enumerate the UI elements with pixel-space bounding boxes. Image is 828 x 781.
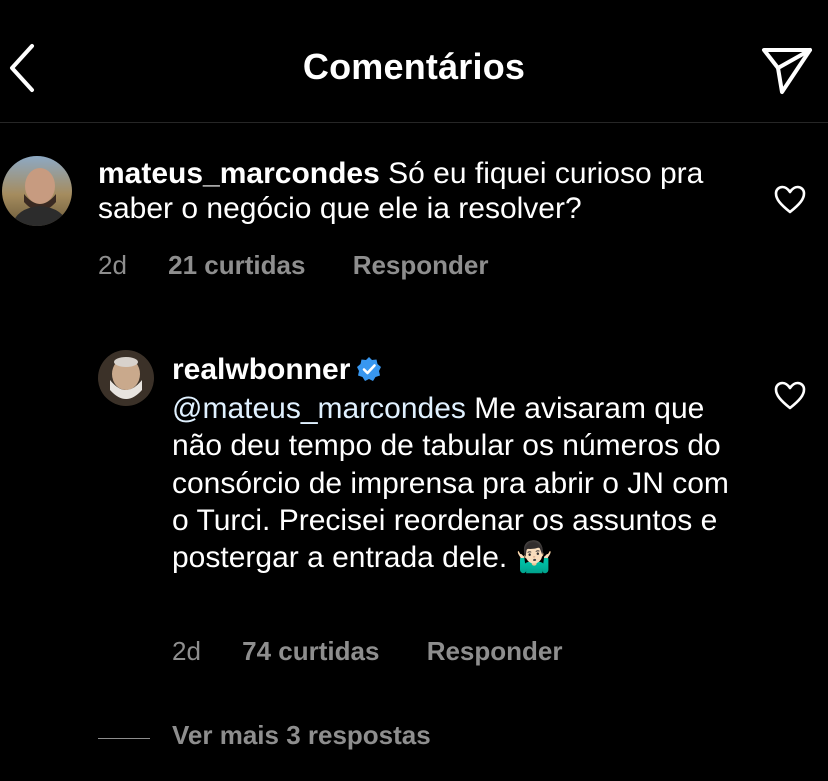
comment-body: mateus_marcondes Só eu fiquei curioso pr… bbox=[98, 156, 738, 226]
avatar[interactable] bbox=[2, 156, 72, 226]
comment-meta: 2d 74 curtidas Responder bbox=[172, 636, 563, 667]
share-button[interactable] bbox=[756, 40, 816, 100]
paper-plane-icon bbox=[762, 48, 812, 94]
reply-button[interactable]: Responder bbox=[427, 636, 563, 667]
like-heart-icon[interactable] bbox=[774, 380, 806, 412]
reply-comment-item: realwbonner @mateus_marcondes Me avisara… bbox=[0, 346, 828, 676]
comment-meta: 2d 21 curtidas Responder bbox=[98, 250, 489, 281]
reply-header: realwbonner bbox=[172, 352, 772, 390]
avatar-image bbox=[98, 350, 154, 406]
divider bbox=[98, 738, 150, 739]
comment-item: mateus_marcondes Só eu fiquei curioso pr… bbox=[0, 150, 828, 290]
view-more-label: Ver mais 3 respostas bbox=[172, 720, 431, 750]
comment-body: @mateus_marcondes Me avisaram que não de… bbox=[172, 390, 752, 576]
comment-username[interactable]: realwbonner bbox=[172, 353, 350, 386]
verified-badge-icon bbox=[356, 355, 382, 390]
comment-likes[interactable]: 74 curtidas bbox=[242, 636, 379, 667]
comment-time: 2d bbox=[172, 636, 201, 666]
comment-username[interactable]: mateus_marcondes bbox=[98, 157, 380, 190]
mention-link[interactable]: @mateus_marcondes bbox=[172, 392, 466, 425]
reply-button[interactable]: Responder bbox=[353, 250, 489, 281]
comment-time: 2d bbox=[98, 250, 127, 280]
comment-likes[interactable]: 21 curtidas bbox=[168, 250, 305, 281]
avatar-image bbox=[2, 156, 72, 226]
like-heart-icon[interactable] bbox=[774, 184, 806, 216]
page-title: Comentários bbox=[302, 46, 526, 87]
avatar[interactable] bbox=[98, 350, 154, 406]
header-bar: Comentários bbox=[0, 0, 828, 123]
